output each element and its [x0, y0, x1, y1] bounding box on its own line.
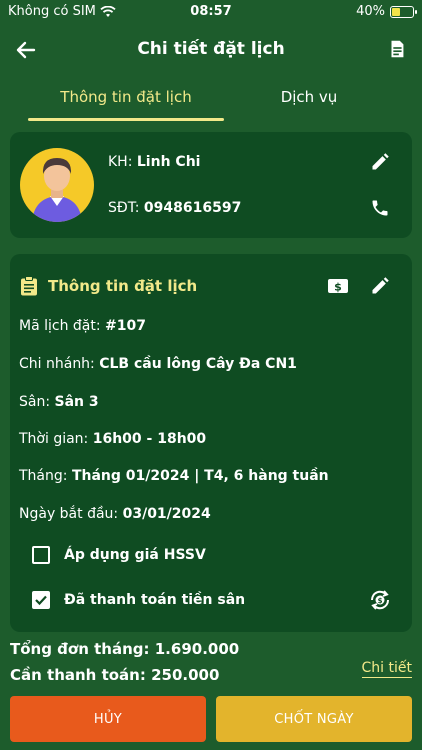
tab-booking-info[interactable]: Thông tin đặt lịch	[28, 88, 224, 106]
customer-name-label: KH:	[108, 154, 133, 170]
page-title: Chi tiết đặt lịch	[137, 39, 285, 59]
start-date-value: 03/01/2024	[122, 506, 211, 522]
paid-label: Đã thanh toán tiền sân	[64, 592, 246, 608]
money-icon: $	[328, 279, 348, 294]
customer-phone-label: SĐT:	[108, 200, 140, 216]
svg-text:$: $	[378, 597, 383, 605]
customer-phone: 0948616597	[143, 200, 242, 216]
report-button[interactable]	[386, 38, 410, 62]
footer: Tổng đơn tháng: 1.690.000 Cần thanh toán…	[0, 632, 422, 750]
customer-name-row: KH: Linh Chi	[108, 154, 200, 170]
time-row: Thời gian: 16h00 - 18h00	[19, 431, 206, 447]
pencil-icon	[372, 153, 389, 170]
user-avatar-icon	[32, 158, 82, 222]
booking-code-value: #107	[105, 318, 147, 334]
amount-due-label: Cần thanh toán:	[10, 666, 146, 684]
call-button[interactable]	[368, 196, 392, 220]
edit-customer-button[interactable]	[368, 150, 392, 174]
status-right: 40%	[356, 4, 417, 19]
monthly-total-value: 1.690.000	[154, 640, 240, 658]
check-icon	[35, 595, 47, 606]
section-title: Thông tin đặt lịch	[48, 277, 198, 295]
edit-booking-button[interactable]	[368, 274, 392, 298]
monthly-total-label: Tổng đơn tháng:	[10, 640, 150, 658]
confirm-date-button[interactable]: CHỐT NGÀY	[216, 696, 412, 742]
section-header: Thông tin đặt lịch	[20, 276, 197, 296]
booking-info-card: Thông tin đặt lịch $ Mã lịch đặt: #107 C…	[10, 254, 412, 632]
time-value: 16h00 - 18h00	[92, 431, 207, 447]
nav-bar: Chi tiết đặt lịch	[0, 30, 422, 70]
court-row: Sân: Sân 3	[19, 394, 99, 410]
active-tab-indicator	[28, 118, 224, 121]
monthly-total-row: Tổng đơn tháng: 1.690.000	[10, 640, 239, 658]
branch-row: Chi nhánh: CLB cầu lông Cây Đa CN1	[19, 356, 297, 372]
battery-icon	[390, 5, 417, 18]
battery-percent: 40%	[356, 4, 385, 19]
month-label: Tháng:	[19, 468, 68, 484]
start-date-row: Ngày bắt đầu: 03/01/2024	[19, 506, 211, 522]
branch-value: CLB cầu lông Cây Đa CN1	[99, 356, 297, 372]
start-date-label: Ngày bắt đầu:	[19, 506, 119, 522]
clipboard-icon	[391, 40, 404, 58]
battery-fill	[392, 7, 400, 16]
booking-code-label: Mã lịch đặt:	[19, 318, 101, 334]
cancel-button[interactable]: HỦY	[10, 696, 206, 742]
month-row: Tháng: Tháng 01/2024 | T4, 6 hàng tuần	[19, 468, 329, 484]
payment-history-button[interactable]: $	[368, 588, 392, 612]
time-label: Thời gian:	[19, 431, 89, 447]
svg-text:$: $	[334, 281, 342, 294]
pencil-icon	[372, 277, 389, 294]
avatar	[20, 148, 94, 222]
price-button[interactable]: $	[326, 274, 350, 298]
customer-phone-row: SĐT: 0948616597	[108, 200, 241, 216]
phone-icon	[372, 200, 388, 216]
amount-due-value: 250.000	[151, 666, 220, 684]
clipboard-list-icon	[21, 276, 37, 296]
status-bar: Không có SIM 08:57 40%	[0, 0, 422, 26]
paid-option[interactable]: Đã thanh toán tiền sân	[32, 591, 245, 609]
refresh-money-icon: $	[370, 590, 390, 610]
court-value: Sân 3	[54, 394, 99, 410]
court-label: Sân:	[19, 394, 51, 410]
detail-link[interactable]: Chi tiết	[361, 660, 412, 678]
month-value: Tháng 01/2024 | T4, 6 hàng tuần	[71, 468, 329, 484]
booking-code-row: Mã lịch đặt: #107	[19, 318, 146, 334]
tab-services[interactable]: Dịch vụ	[224, 88, 394, 106]
paid-checkbox[interactable]	[32, 591, 50, 609]
tab-bar: Thông tin đặt lịch Dịch vụ	[0, 80, 422, 122]
customer-card: KH: Linh Chi SĐT: 0948616597	[10, 132, 412, 238]
customer-name: Linh Chi	[136, 154, 201, 170]
student-price-label: Áp dụng giá HSSV	[64, 547, 206, 563]
student-price-checkbox[interactable]	[32, 546, 50, 564]
branch-label: Chi nhánh:	[19, 356, 95, 372]
amount-due-row: Cần thanh toán: 250.000	[10, 666, 219, 684]
student-price-option[interactable]: Áp dụng giá HSSV	[32, 546, 206, 564]
